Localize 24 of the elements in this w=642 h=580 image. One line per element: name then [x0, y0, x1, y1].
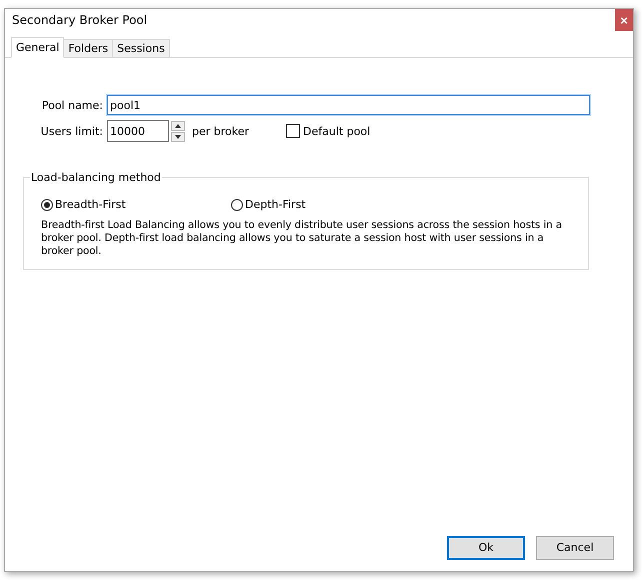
unit-label: per broker: [192, 124, 250, 138]
radio-button[interactable]: [231, 198, 243, 210]
spin-down-button[interactable]: [171, 132, 185, 142]
field-label: Users limit:: [40, 124, 104, 138]
tab[interactable]: Folders: [63, 39, 114, 57]
dialog-button[interactable]: Ok: [447, 536, 525, 560]
checkbox[interactable]: [286, 124, 300, 138]
down-arrow-icon: [175, 134, 181, 138]
close-button[interactable]: ×: [615, 9, 633, 31]
group-title: Load-balancing method: [30, 171, 162, 184]
radio-label: Depth-First: [245, 198, 306, 211]
tab[interactable]: General: [11, 37, 64, 58]
radio-label: Breadth-First: [55, 198, 126, 211]
checkbox-label: Default pool: [303, 124, 370, 138]
tab[interactable]: Sessions: [112, 39, 170, 57]
window-title: Secondary Broker Pool: [12, 13, 148, 27]
spin-up-button[interactable]: [171, 120, 185, 130]
up-arrow-icon: [175, 124, 181, 128]
description-text: Breadth-first Load Balancing allows you to evenly distribute user sessions across the session hosts in a broker pool. Depth-first load balancing allows you to saturate a session host with user sessions in a broker pool.: [41, 219, 563, 258]
dialog-button[interactable]: Cancel: [536, 536, 614, 560]
pool-name-field[interactable]: pool1: [107, 95, 590, 115]
radio-button[interactable]: [41, 198, 53, 210]
field-label: Pool name:: [40, 98, 104, 112]
users-limit-field[interactable]: 10000: [107, 120, 169, 142]
